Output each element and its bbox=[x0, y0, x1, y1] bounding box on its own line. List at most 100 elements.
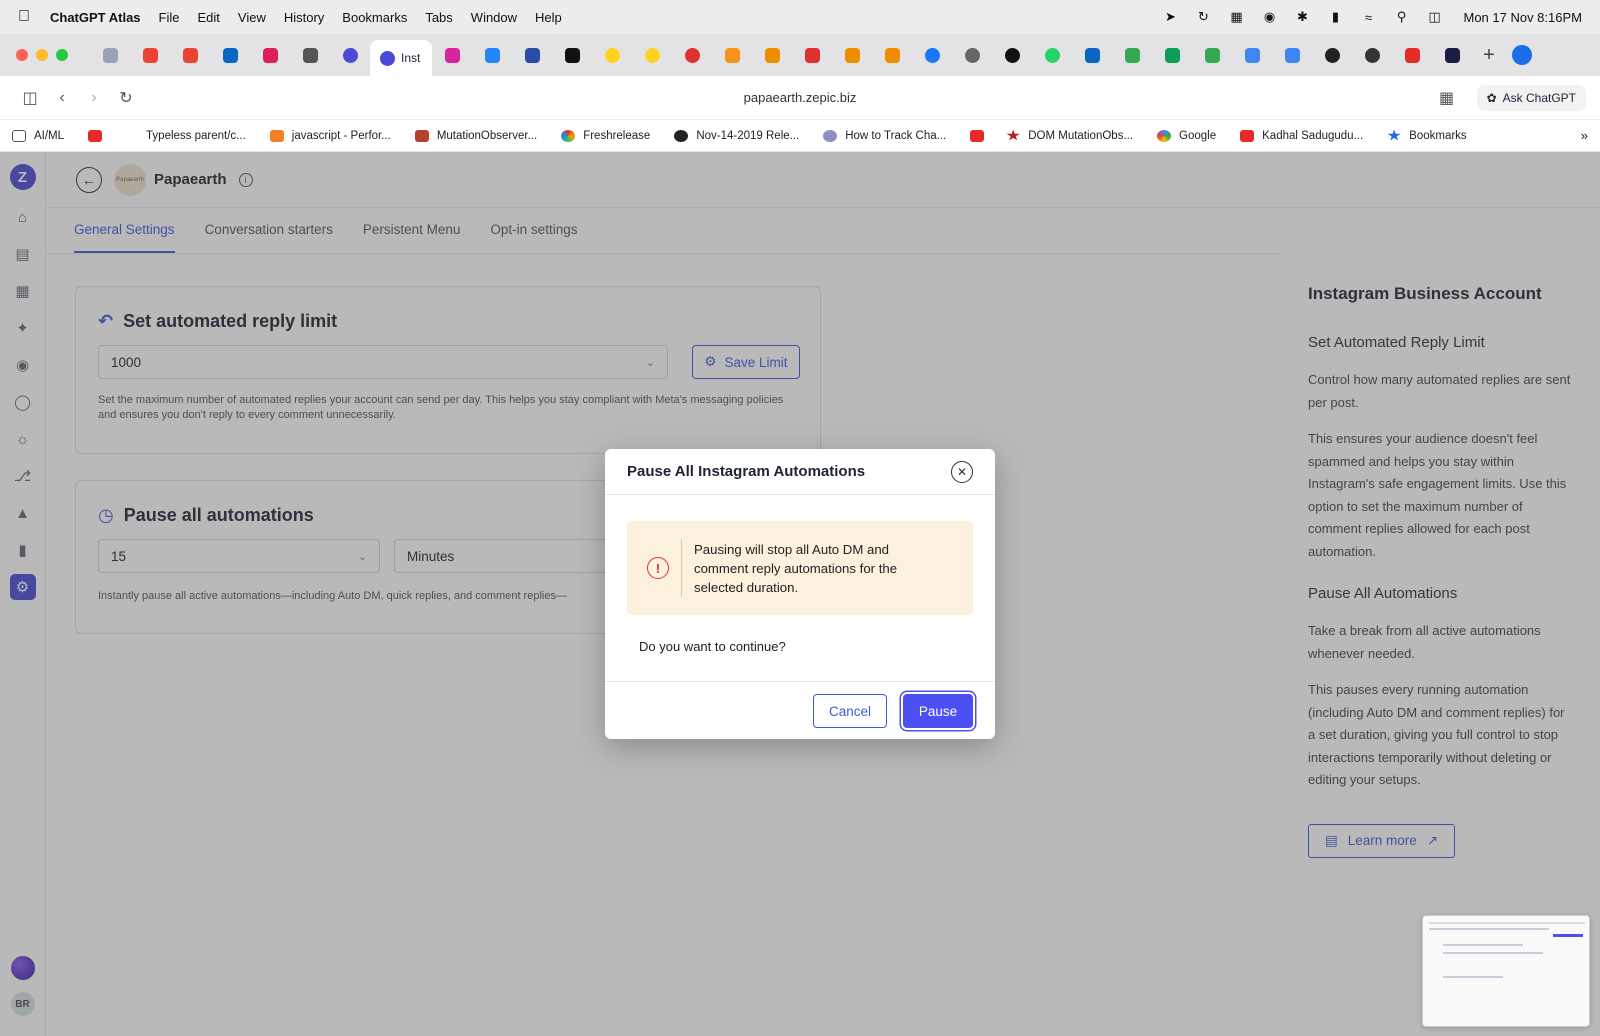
box-icon bbox=[884, 47, 900, 63]
browser-tab[interactable] bbox=[632, 39, 672, 71]
browser-tab[interactable] bbox=[512, 39, 552, 71]
back-icon[interactable]: ‹ bbox=[46, 89, 78, 107]
minimize-window-button[interactable] bbox=[36, 49, 48, 61]
pause-confirmation-dialog: Pause All Instagram Automations ✕ ! Paus… bbox=[605, 449, 995, 739]
google-icon bbox=[1157, 129, 1172, 142]
bookmark-item[interactable]: DOM MutationObs... bbox=[1006, 129, 1133, 142]
bookmark-item[interactable]: AI/ML bbox=[12, 129, 64, 142]
browser-tab[interactable] bbox=[90, 39, 130, 71]
browser-tab[interactable] bbox=[250, 39, 290, 71]
cancel-button[interactable]: Cancel bbox=[813, 694, 887, 728]
menu-edit[interactable]: Edit bbox=[197, 10, 219, 25]
url-text[interactable]: papaearth.zepic.biz bbox=[744, 90, 857, 105]
browser-tab[interactable] bbox=[290, 39, 330, 71]
browser-tab[interactable] bbox=[792, 39, 832, 71]
bookmark-item[interactable] bbox=[970, 129, 985, 142]
link-icon bbox=[724, 47, 740, 63]
browser-tab[interactable] bbox=[1272, 39, 1312, 71]
browser-tab[interactable] bbox=[672, 39, 712, 71]
browser-tab[interactable] bbox=[952, 39, 992, 71]
bookmark-item[interactable]: Freshrelease bbox=[561, 129, 650, 142]
wifi-icon[interactable]: ≈ bbox=[1360, 10, 1376, 25]
openai-icon bbox=[964, 47, 980, 63]
more-bookmarks-icon[interactable]: » bbox=[1581, 128, 1588, 143]
browser-tab[interactable] bbox=[170, 39, 210, 71]
browser-tab[interactable] bbox=[330, 39, 370, 71]
zoom-window-button[interactable] bbox=[56, 49, 68, 61]
forward-icon[interactable]: › bbox=[78, 89, 110, 107]
browser-tab[interactable] bbox=[1112, 39, 1152, 71]
qr-code-icon[interactable]: ▦ bbox=[1431, 88, 1463, 108]
browser-tab[interactable] bbox=[752, 39, 792, 71]
vercel-icon bbox=[1444, 47, 1460, 63]
menu-tabs[interactable]: Tabs bbox=[425, 10, 452, 25]
browser-tab[interactable] bbox=[1152, 39, 1192, 71]
menu-help[interactable]: Help bbox=[535, 10, 562, 25]
clock[interactable]: Mon 17 Nov 8:16PM bbox=[1463, 10, 1582, 25]
menu-history[interactable]: History bbox=[284, 10, 324, 25]
browser-tab[interactable] bbox=[1232, 39, 1272, 71]
menu-view[interactable]: View bbox=[238, 10, 266, 25]
accessibility-icon[interactable]: ◉ bbox=[1261, 9, 1277, 24]
search-icon[interactable]: ⚲ bbox=[1393, 9, 1409, 24]
drive-icon bbox=[1204, 47, 1220, 63]
bookmark-item[interactable]: Typeless parent/c... bbox=[124, 129, 246, 142]
app-name[interactable]: ChatGPT Atlas bbox=[50, 10, 141, 25]
browser-tab[interactable] bbox=[1352, 39, 1392, 71]
bookmark-label: MutationObserver... bbox=[436, 129, 538, 142]
browser-tab[interactable] bbox=[1032, 39, 1072, 71]
tray-app-icon[interactable]: ▦ bbox=[1228, 9, 1244, 24]
browser-tab[interactable] bbox=[1192, 39, 1232, 71]
menu-bookmarks[interactable]: Bookmarks bbox=[342, 10, 407, 25]
profile-avatar[interactable] bbox=[1512, 45, 1532, 65]
bookmark-item[interactable]: javascript - Perfor... bbox=[269, 129, 391, 142]
browser-tab[interactable] bbox=[872, 39, 912, 71]
reload-icon[interactable]: ↻ bbox=[110, 88, 142, 108]
browser-tab[interactable] bbox=[1072, 39, 1112, 71]
browser-tab[interactable] bbox=[992, 39, 1032, 71]
browser-tab-active[interactable]: Inst bbox=[370, 40, 432, 76]
browser-tab[interactable] bbox=[432, 39, 472, 71]
browser-tab[interactable] bbox=[1392, 39, 1432, 71]
browser-tab[interactable] bbox=[552, 39, 592, 71]
browser-tab[interactable] bbox=[472, 39, 512, 71]
close-window-button[interactable] bbox=[16, 49, 28, 61]
active-tab-label: Inst bbox=[401, 51, 421, 65]
battery-icon[interactable]: ▮ bbox=[1327, 9, 1343, 24]
bookmark-item[interactable]: Google bbox=[1157, 129, 1216, 142]
sync-icon[interactable]: ↻ bbox=[1195, 9, 1211, 24]
bookmark-item[interactable]: Nov-14-2019 Rele... bbox=[674, 129, 800, 142]
apple-icon[interactable]:  bbox=[18, 8, 50, 26]
browser-tab[interactable] bbox=[210, 39, 250, 71]
bookmark-item[interactable]: How to Track Cha... bbox=[823, 129, 946, 142]
browser-tab[interactable] bbox=[712, 39, 752, 71]
app-status-icon[interactable]: ➤ bbox=[1162, 9, 1178, 24]
menu-file[interactable]: File bbox=[159, 10, 180, 25]
mail-icon bbox=[102, 47, 118, 63]
bookmark-item[interactable]: Bookmarks bbox=[1387, 129, 1467, 142]
warning-banner: ! Pausing will stop all Auto DM and comm… bbox=[627, 521, 973, 615]
bookmark-item[interactable]: MutationObserver... bbox=[414, 129, 538, 142]
browser-tab[interactable] bbox=[912, 39, 952, 71]
sheets-icon bbox=[1164, 47, 1180, 63]
ask-chatgpt-button[interactable]: ✿ Ask ChatGPT bbox=[1476, 84, 1586, 111]
bookmark-item[interactable] bbox=[88, 129, 103, 142]
control-center-icon[interactable]: ◫ bbox=[1426, 9, 1442, 24]
sidebar-toggle-icon[interactable]: ◫ bbox=[14, 88, 46, 108]
browser-tab[interactable] bbox=[1312, 39, 1352, 71]
thumbnail-line bbox=[1443, 952, 1543, 954]
browser-tab[interactable] bbox=[130, 39, 170, 71]
new-tab-button[interactable]: + bbox=[1472, 44, 1506, 67]
bluetooth-icon[interactable]: ✱ bbox=[1294, 9, 1310, 24]
browser-tab[interactable] bbox=[1432, 39, 1472, 71]
warning-text: Pausing will stop all Auto DM and commen… bbox=[694, 541, 898, 595]
menu-window[interactable]: Window bbox=[471, 10, 517, 25]
close-icon[interactable]: ✕ bbox=[951, 460, 973, 483]
screenshot-thumbnail[interactable] bbox=[1422, 915, 1590, 1027]
bookmark-label: Nov-14-2019 Rele... bbox=[696, 129, 800, 142]
browser-tab[interactable] bbox=[592, 39, 632, 71]
browser-tab[interactable] bbox=[832, 39, 872, 71]
bookmark-item[interactable]: Kadhal Sadugudu... bbox=[1240, 129, 1363, 142]
pause-button[interactable]: Pause bbox=[903, 694, 973, 728]
address-bar-row: papaearth.zepic.biz ◫ ‹ › ↻ ▦ ✿ Ask ChatG… bbox=[0, 76, 1600, 120]
